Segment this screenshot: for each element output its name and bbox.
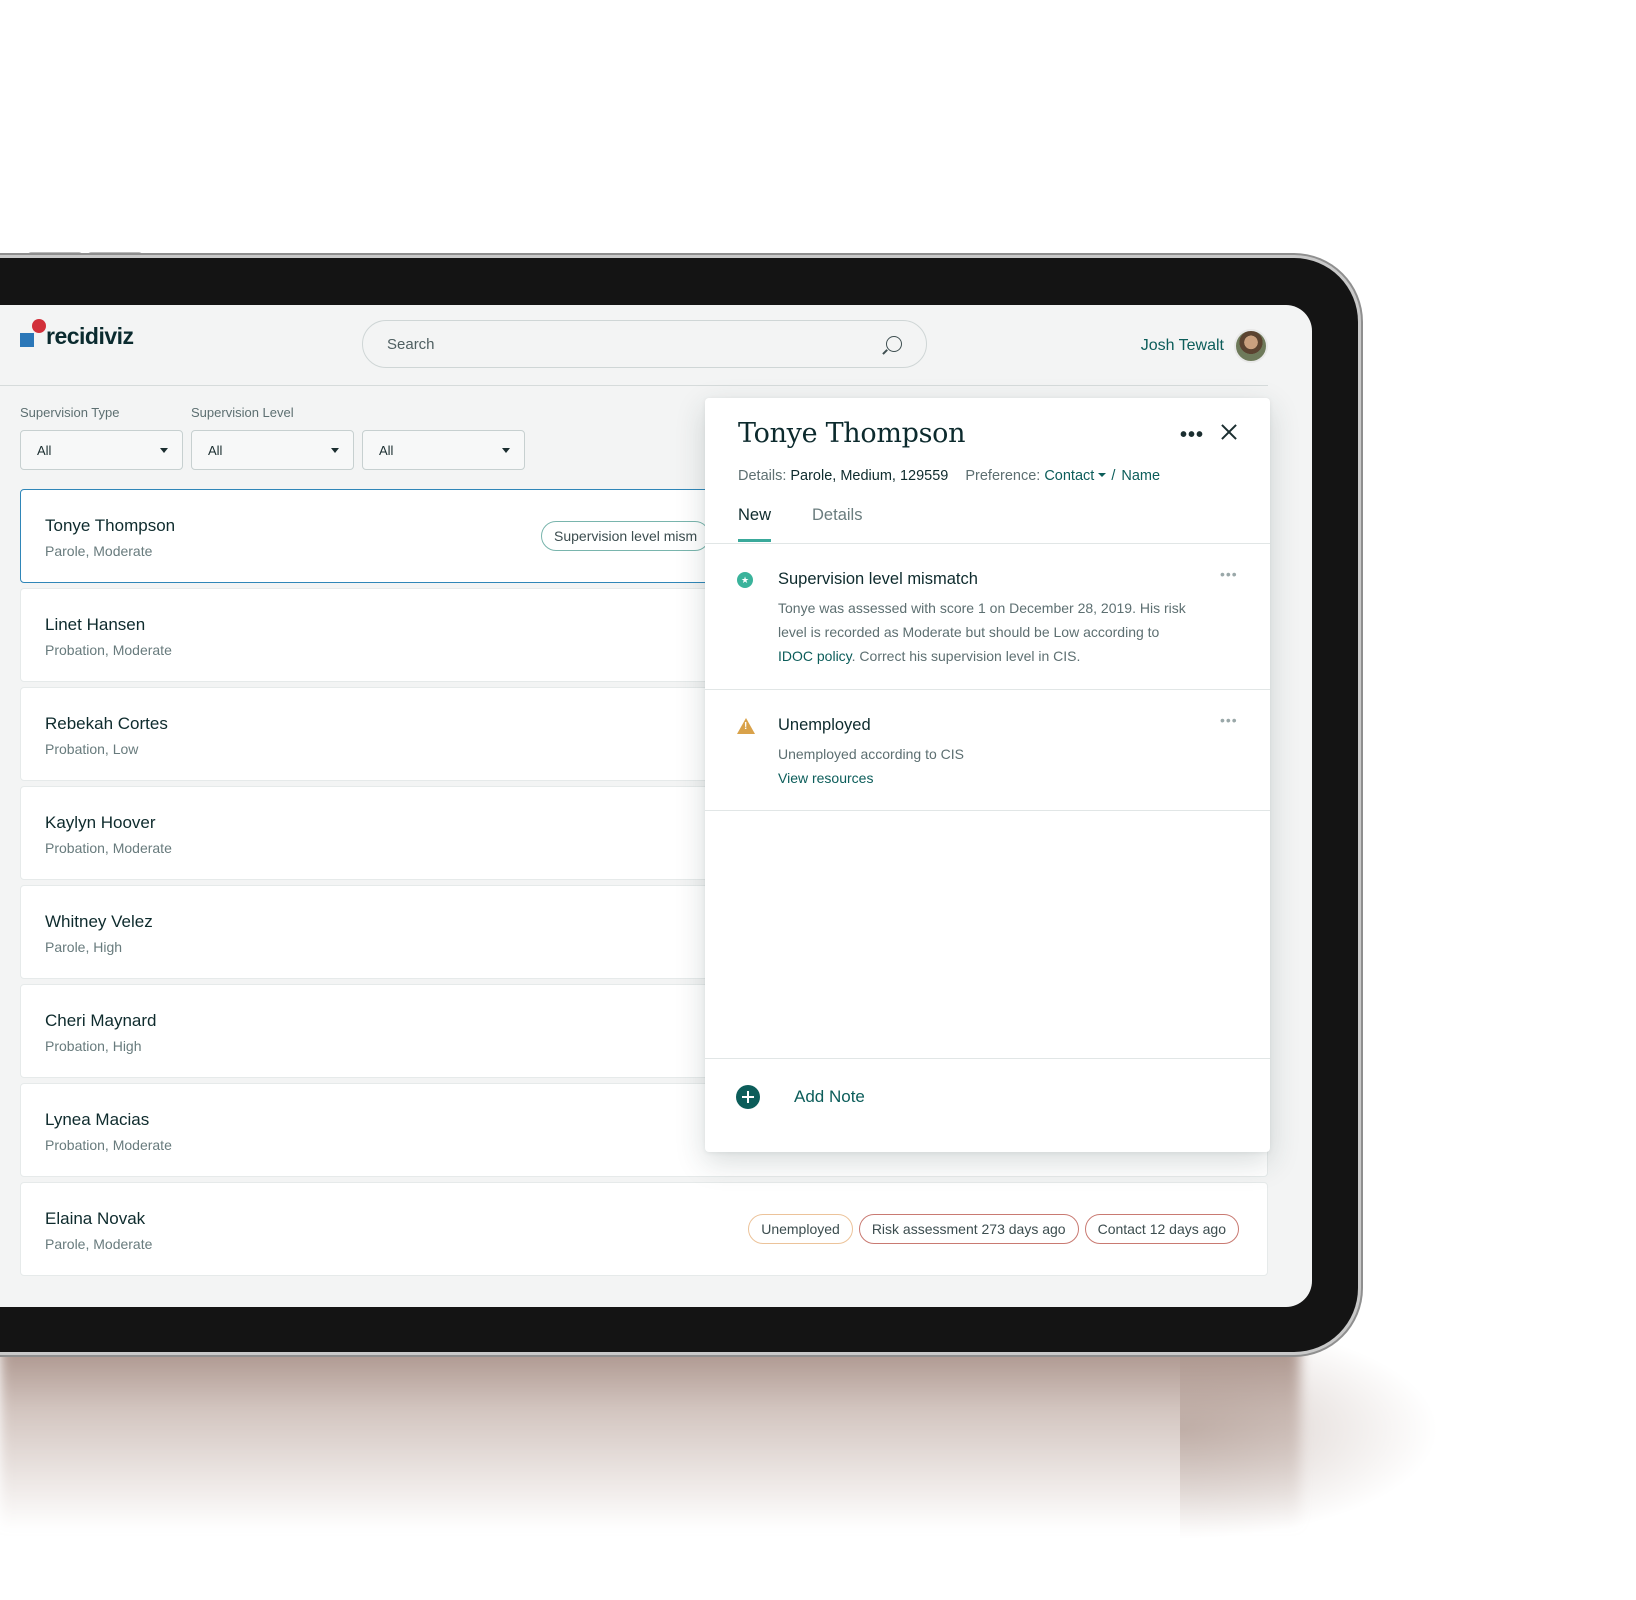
device-shadow-fade	[1180, 1320, 1440, 1540]
status-chips: Supervision level mism	[541, 521, 711, 551]
opportunity-item-supervision-mismatch[interactable]: ★ Supervision level mismatch ••• Tonye w…	[705, 544, 1270, 690]
star-icon: ★	[737, 572, 753, 588]
logo-text: recidiviz	[46, 323, 134, 349]
item-body-text: Tonye was assessed with score 1 on Decem…	[778, 600, 1186, 640]
search-icon[interactable]	[886, 336, 902, 352]
select-value: All	[379, 442, 394, 458]
status-chip[interactable]: Risk assessment 273 days ago	[858, 1214, 1079, 1244]
preference-name-link[interactable]: Name	[1121, 468, 1160, 484]
alert-item-unemployed[interactable]: ! Unemployed ••• Unemployed according to…	[705, 690, 1270, 811]
tab-details[interactable]: Details	[812, 506, 862, 542]
avatar[interactable]	[1234, 329, 1268, 363]
header-divider	[0, 385, 1268, 386]
status-chip[interactable]: Supervision level mism	[541, 521, 711, 551]
panel-tabs: New Details	[738, 506, 862, 542]
warning-icon: !	[737, 718, 755, 734]
caret-down-icon	[331, 447, 339, 453]
preference-separator: /	[1111, 468, 1116, 484]
status-chip[interactable]: Contact 12 days ago	[1084, 1214, 1239, 1244]
app-screen: recidiviz Josh Tewalt Supervision Type S…	[0, 305, 1312, 1307]
search-input[interactable]	[387, 335, 886, 353]
tab-new[interactable]: New	[738, 506, 772, 542]
more-options-icon[interactable]: •••	[1180, 424, 1204, 447]
item-body-text: Unemployed according to CIS	[778, 746, 964, 762]
item-body: Unemployed according to CIS View resourc…	[778, 742, 1188, 790]
preference-label: Preference:	[965, 468, 1041, 484]
select-value: All	[37, 442, 52, 458]
third-filter-select[interactable]: All	[362, 430, 525, 470]
details-value: Parole, Medium, 129559	[790, 468, 949, 484]
logo[interactable]: recidiviz	[20, 319, 134, 350]
caret-down-icon	[502, 447, 510, 453]
client-detail-panel: Tonye Thompson ••• Details: Parole, Medi…	[705, 398, 1270, 1152]
item-title: Unemployed	[778, 716, 871, 734]
view-resources-link[interactable]: View resources	[778, 766, 1188, 790]
select-value: All	[208, 442, 223, 458]
status-chip[interactable]: Unemployed	[748, 1214, 853, 1244]
logo-square-icon	[20, 333, 34, 347]
close-icon[interactable]	[1215, 418, 1243, 446]
user-name[interactable]: Josh Tewalt	[1141, 337, 1224, 355]
add-note-button[interactable]: Add Note	[794, 1087, 865, 1107]
item-body: Tonye was assessed with score 1 on Decem…	[778, 596, 1188, 668]
filter-label-supervision-level: Supervision Level	[191, 405, 294, 420]
panel-details: Details: Parole, Medium, 129559 Preferen…	[738, 468, 1160, 484]
supervision-level-select[interactable]: All	[191, 430, 354, 470]
item-more-icon[interactable]: •••	[1220, 712, 1238, 728]
user-menu[interactable]: Josh Tewalt	[1141, 329, 1268, 363]
caret-down-icon	[160, 447, 168, 453]
device-shadow	[0, 1330, 1300, 1530]
idoc-policy-link[interactable]: IDOC policy	[778, 648, 852, 664]
footer-divider	[705, 1058, 1270, 1059]
preference-contact-dropdown[interactable]: Contact	[1044, 468, 1094, 484]
search-box[interactable]	[362, 320, 927, 368]
add-note-icon[interactable]	[736, 1085, 760, 1109]
item-title: Supervision level mismatch	[778, 570, 978, 588]
filter-label-supervision-type: Supervision Type	[20, 405, 120, 420]
details-label: Details:	[738, 468, 787, 484]
status-chips: Unemployed Risk assessment 273 days ago Co…	[748, 1214, 1239, 1244]
item-more-icon[interactable]: •••	[1220, 566, 1238, 582]
caret-down-icon[interactable]	[1098, 472, 1107, 477]
supervision-type-select[interactable]: All	[20, 430, 183, 470]
logo-dot-icon	[32, 319, 46, 333]
client-row[interactable]: Elaina Novak Parole, Moderate Unemployed Ri…	[20, 1182, 1268, 1276]
item-body-text: . Correct his supervision level in CIS.	[851, 648, 1081, 664]
panel-title: Tonye Thompson	[738, 418, 966, 449]
